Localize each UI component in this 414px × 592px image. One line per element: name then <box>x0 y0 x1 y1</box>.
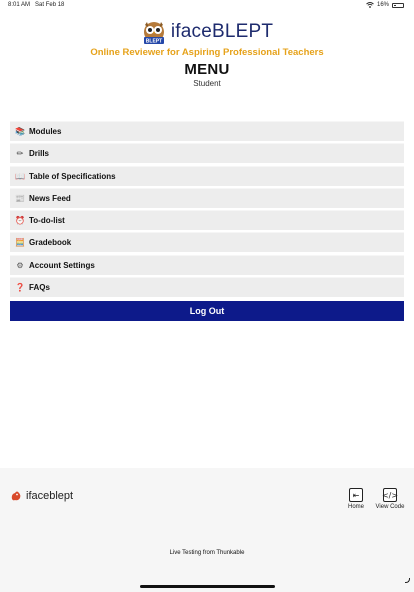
open-book-icon: 📖 <box>15 171 25 181</box>
menu-item-faqs[interactable]: ❓ FAQs <box>10 277 404 298</box>
menu-item-account-settings[interactable]: ⚙ Account Settings <box>10 254 404 275</box>
menu-item-label: Drills <box>29 149 50 159</box>
menu-item-label: FAQs <box>29 283 50 293</box>
menu-item-to-do-list[interactable]: ⏰ To-do-list <box>10 210 404 231</box>
menu-item-news-feed[interactable]: 📰 News Feed <box>10 187 404 208</box>
app-brand: ifaceblept <box>10 490 73 502</box>
menu-item-label: To-do-list <box>29 216 65 226</box>
user-role: Student <box>193 79 221 88</box>
status-indicators: 16% <box>366 2 404 8</box>
thunkable-logo-icon <box>11 491 21 501</box>
code-icon: </> <box>382 488 398 502</box>
brand-row: BLEPT ifaceBLEPT <box>0 18 414 46</box>
gear-icon: ⚙ <box>16 260 24 270</box>
status-bar: 8:01 AM Sat Feb 18 16% <box>0 0 414 12</box>
home-indicator[interactable] <box>140 585 275 588</box>
books-icon: 📚 <box>15 127 25 136</box>
menu-item-label: Modules <box>29 127 62 136</box>
live-testing-text: Live Testing from Thunkable <box>169 550 245 556</box>
menu-item-modules[interactable]: 📚 Modules <box>10 121 404 141</box>
owl-logo-icon: BLEPT <box>143 22 164 45</box>
view-code-label: View Code <box>375 504 405 510</box>
pen-icon: ✏ <box>16 149 24 159</box>
menu-item-gradebook[interactable]: 🧮 Gradebook <box>10 232 404 253</box>
home-label: Home <box>347 504 364 510</box>
tagline: Online Reviewer for Aspiring Professiona… <box>90 47 324 58</box>
status-time: 8:01 AM <box>8 2 31 8</box>
app-name: ifaceblept <box>26 490 74 502</box>
page-title: MENU <box>184 61 230 78</box>
menu-item-label: Account Settings <box>29 260 95 270</box>
wifi-icon <box>366 2 374 8</box>
menu-item-label: Gradebook <box>29 238 72 248</box>
menu-list: 📚 Modules ✏ Drills 📖 Table of Specificat… <box>10 121 404 299</box>
menu-item-table-of-specifications[interactable]: 📖 Table of Specifications <box>10 165 404 186</box>
battery-percent: 16% <box>376 2 389 8</box>
view-code-button[interactable]: </> View Code <box>370 488 410 510</box>
battery-icon <box>392 2 404 8</box>
brand-title: ifaceBLEPT <box>170 21 274 42</box>
newspaper-icon: 📰 <box>15 193 25 203</box>
thunkable-bottom-panel: ifaceblept ⇤ Home </> View Code Live Tes… <box>0 468 414 592</box>
logo-text: BLEPT <box>146 39 162 45</box>
exit-arrow-icon: ⇤ <box>349 488 363 502</box>
abacus-icon: 🧮 <box>15 238 25 248</box>
status-date: Sat Feb 18 <box>35 2 65 8</box>
menu-item-label: Table of Specifications <box>29 171 116 181</box>
alarm-clock-icon: ⏰ <box>15 216 25 226</box>
question-mark-icon: ❓ <box>15 283 25 293</box>
status-time-date: 8:01 AM Sat Feb 18 <box>8 2 64 8</box>
menu-item-label: News Feed <box>29 193 71 203</box>
logout-button[interactable]: Log Out <box>10 301 404 321</box>
header: BLEPT ifaceBLEPT Online Reviewer for Asp… <box>0 18 414 88</box>
menu-item-drills[interactable]: ✏ Drills <box>10 143 404 164</box>
